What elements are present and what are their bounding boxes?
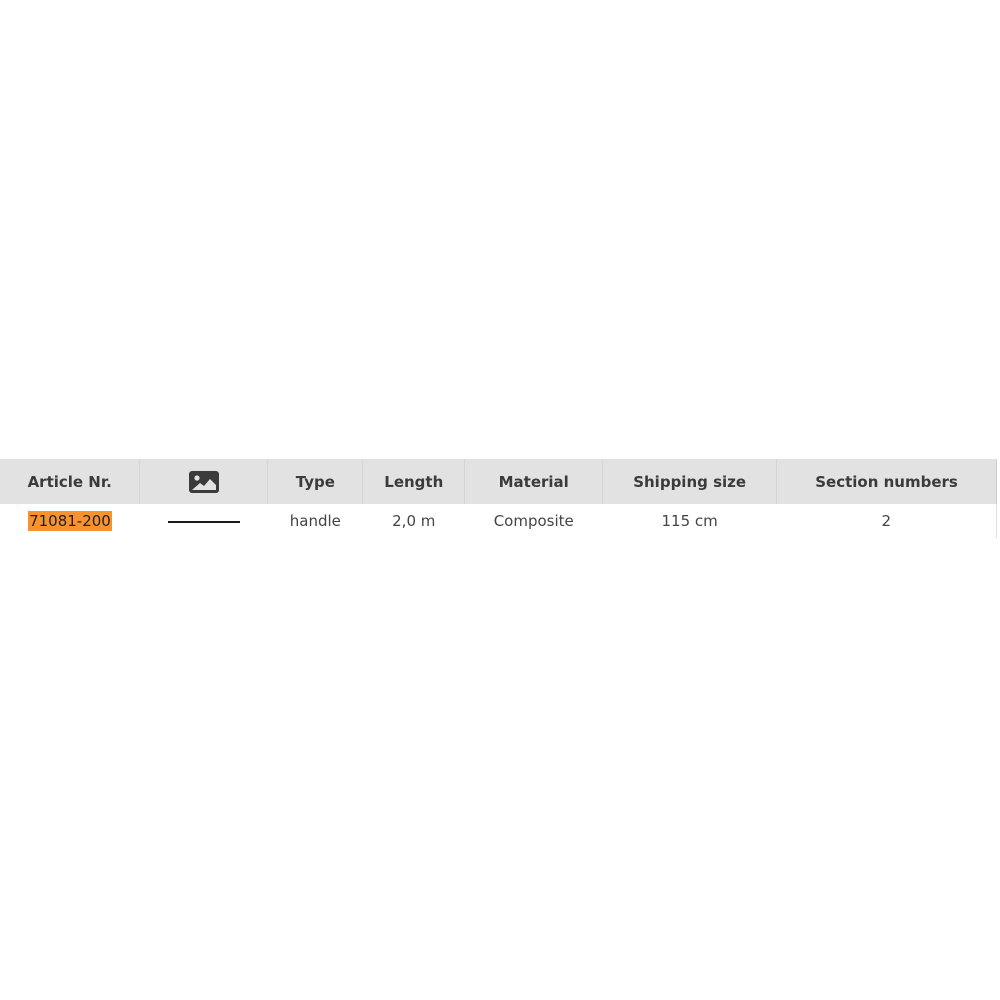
table-row: 71081-200 handle 2,0 m Composite 115 cm … <box>0 504 997 538</box>
cell-type: handle <box>267 504 363 538</box>
product-table: Article Nr. Type Length Material Shippin… <box>0 459 997 538</box>
cell-shipping-size: 115 cm <box>602 504 777 538</box>
image-icon <box>188 470 219 493</box>
header-article-nr[interactable]: Article Nr. <box>0 459 141 504</box>
header-section-numbers[interactable]: Section numbers <box>776 459 997 504</box>
table-header-row: Article Nr. Type Length Material Shippin… <box>0 459 997 504</box>
cell-article-nr[interactable]: 71081-200 <box>0 504 140 538</box>
header-shipping-size[interactable]: Shipping size <box>602 459 778 504</box>
cell-image <box>139 504 268 538</box>
header-material[interactable]: Material <box>464 459 604 504</box>
header-image <box>139 459 269 504</box>
article-nr-highlight[interactable]: 71081-200 <box>28 511 112 531</box>
header-type[interactable]: Type <box>267 459 364 504</box>
cell-material: Composite <box>464 504 603 538</box>
cell-length: 2,0 m <box>362 504 465 538</box>
cell-section-numbers: 2 <box>776 504 997 538</box>
header-length[interactable]: Length <box>362 459 466 504</box>
rod-thumbnail <box>167 520 240 523</box>
